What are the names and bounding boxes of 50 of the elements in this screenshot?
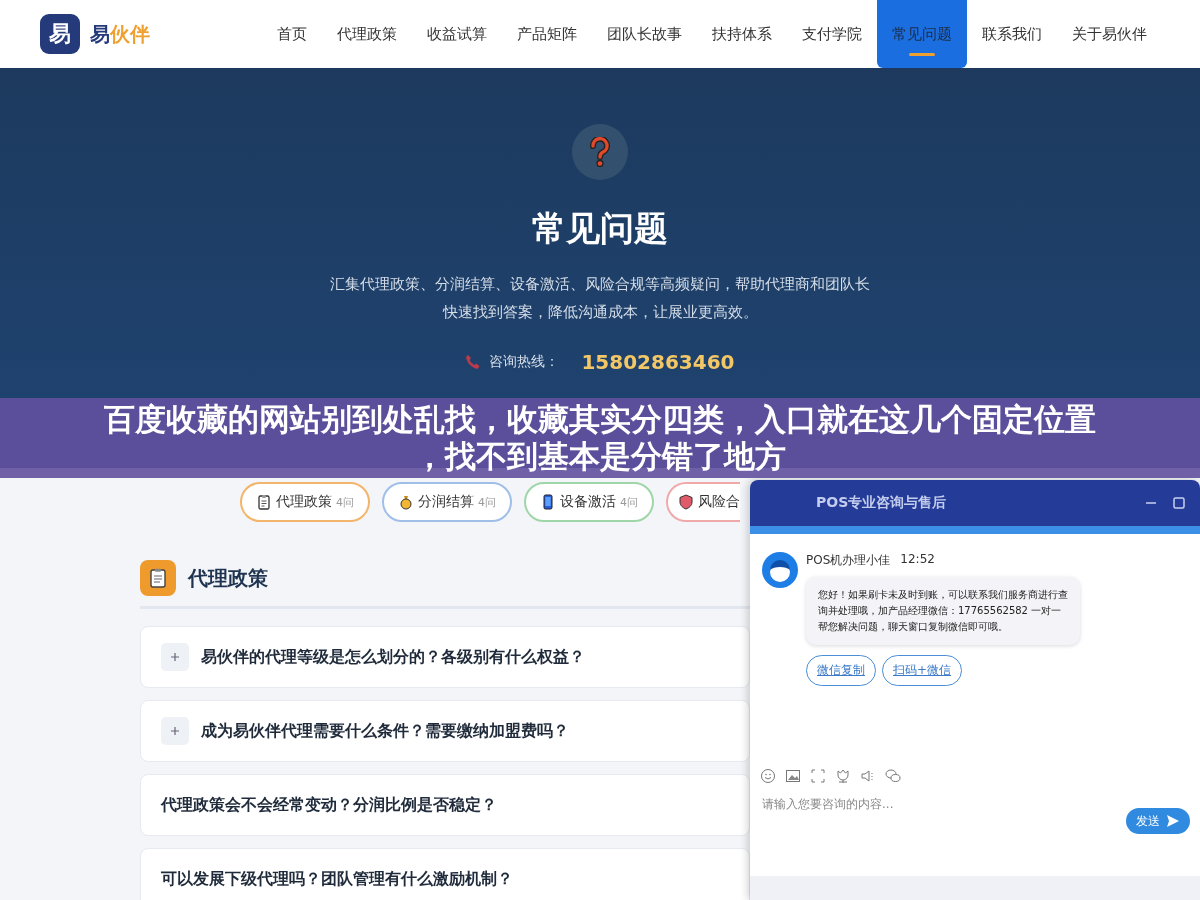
message-input[interactable]: 请输入您要咨询的内容...	[760, 796, 1118, 812]
question-mark-icon	[590, 137, 610, 167]
maximize-icon[interactable]	[1172, 496, 1186, 510]
nav-item[interactable]: 团队长故事	[592, 0, 697, 68]
nav-item[interactable]: 关于易伙伴	[1057, 0, 1162, 68]
faq-item[interactable]: 可以发展下级代理吗？团队管理有什么激励机制？	[140, 848, 750, 900]
logo-mark[interactable]: 易	[40, 14, 80, 54]
avatar-icon	[762, 552, 798, 588]
page-title: 常见问题	[532, 207, 668, 250]
quick-reply-button[interactable]: 扫码+微信	[882, 655, 963, 686]
nav-item[interactable]: 首页	[262, 0, 322, 68]
image-icon[interactable]	[785, 768, 801, 784]
hotline-number: 15802863460	[581, 350, 735, 374]
category-chip[interactable]: 代理政策 4问	[240, 482, 370, 522]
faq-item[interactable]: 成为易伙伴代理需要什么条件？需要缴纳加盟费吗？	[140, 700, 750, 762]
screenshot-icon[interactable]	[810, 768, 826, 784]
category-chip[interactable]: 设备激活 4问	[524, 482, 654, 522]
faq-item[interactable]: 易伙伴的代理等级是怎么划分的？各级别有什么权益？	[140, 626, 750, 688]
quick-reply-button[interactable]: 微信复制	[806, 655, 876, 686]
send-button[interactable]: 发送	[1126, 808, 1190, 834]
chat-title: POS专业咨询与售后	[816, 494, 947, 512]
nav-item[interactable]: 扶持体系	[697, 0, 787, 68]
money-bag-icon	[398, 494, 414, 510]
clipboard-icon	[256, 494, 272, 510]
hotline-label: 咨询热线：	[489, 353, 560, 371]
sender-name: POS机办理小佳	[806, 552, 891, 569]
chat-bubbles-icon[interactable]	[885, 768, 901, 784]
category-chip[interactable]: 分润结算 4问	[382, 482, 512, 522]
message-time: 12:52	[900, 552, 935, 568]
send-icon	[1166, 814, 1180, 828]
nav-item[interactable]: 支付学院	[787, 0, 877, 68]
clipboard-icon	[140, 560, 176, 596]
message-bubble: 您好！如果刷卡未及时到账，可以联系我们服务商进行查询并处理哦，加产品经理微信：17765562582 一对一帮您解决问题，聊天窗口复制微信即可哦。	[806, 577, 1080, 645]
phone-icon	[465, 354, 482, 370]
logo-text[interactable]: 易伙伴	[90, 20, 150, 48]
speaker-icon[interactable]	[860, 768, 876, 784]
nav-item[interactable]: 代理政策	[322, 0, 412, 68]
flower-icon[interactable]	[835, 768, 851, 784]
nav-item[interactable]: 收益试算	[412, 0, 502, 68]
headline-text: ，找不到基本是分错了地方	[414, 438, 786, 475]
phone-icon	[540, 494, 556, 510]
nav-item[interactable]: 联系我们	[967, 0, 1057, 68]
section-title: 代理政策	[188, 564, 268, 592]
emoji-icon[interactable]	[760, 768, 776, 784]
faq-item[interactable]: 代理政策会不会经常变动？分润比例是否稳定？	[140, 774, 750, 836]
shield-icon	[678, 494, 694, 510]
nav-item[interactable]: 产品矩阵	[502, 0, 592, 68]
category-chip[interactable]: 风险合	[666, 482, 740, 522]
headline-text: 百度收藏的网站别到处乱找，收藏其实分四类，入口就在这几个固定位置	[104, 401, 1096, 438]
page-description: 汇集代理政策、分润结算、设备激活、风险合规等高频疑问，帮助代理商和团队长快速找到答案，降低沟通成本，让展业更高效。	[329, 274, 871, 323]
